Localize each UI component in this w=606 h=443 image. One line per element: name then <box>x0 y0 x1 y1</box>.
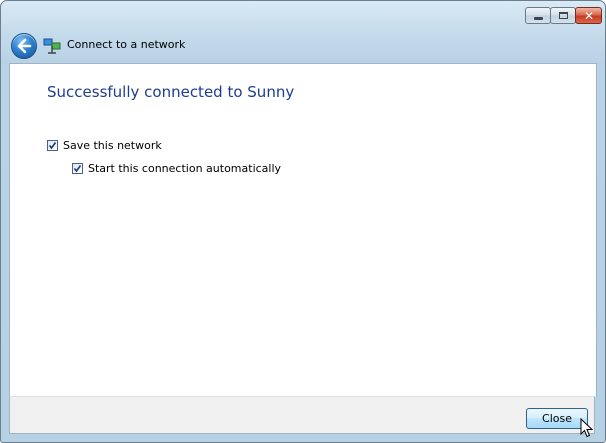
back-arrow-icon <box>17 38 32 54</box>
minimize-button[interactable] <box>525 7 551 24</box>
content-panel: Successfully connected to Sunny Save thi… <box>9 63 597 397</box>
auto-connect-option[interactable]: Start this connection automatically <box>72 162 281 175</box>
auto-connect-label: Start this connection automatically <box>88 162 282 175</box>
close-window-button[interactable]: ✕ <box>575 7 602 24</box>
auto-connect-checkbox[interactable] <box>72 163 83 174</box>
mouse-pointer-icon <box>580 418 594 438</box>
close-button[interactable]: Close <box>526 408 588 429</box>
save-network-label: Save this network <box>63 139 162 152</box>
checkmark-icon <box>73 165 82 173</box>
back-button[interactable] <box>11 33 37 59</box>
button-footer: Close <box>9 396 595 434</box>
window-title: Connect to a network <box>67 38 186 51</box>
maximize-icon <box>559 12 568 19</box>
save-network-checkbox[interactable] <box>47 140 58 151</box>
checkmark-icon <box>48 142 57 150</box>
connect-network-window: Connect to a network ✕ Successfully conn… <box>0 0 606 443</box>
network-icon <box>43 37 61 55</box>
title-bar[interactable]: Connect to a network ✕ <box>1 1 605 63</box>
status-heading: Successfully connected to Sunny <box>47 83 295 101</box>
maximize-button[interactable] <box>550 7 576 24</box>
minimize-icon <box>534 17 543 20</box>
close-icon: ✕ <box>584 9 595 23</box>
save-network-option[interactable]: Save this network <box>47 139 162 152</box>
